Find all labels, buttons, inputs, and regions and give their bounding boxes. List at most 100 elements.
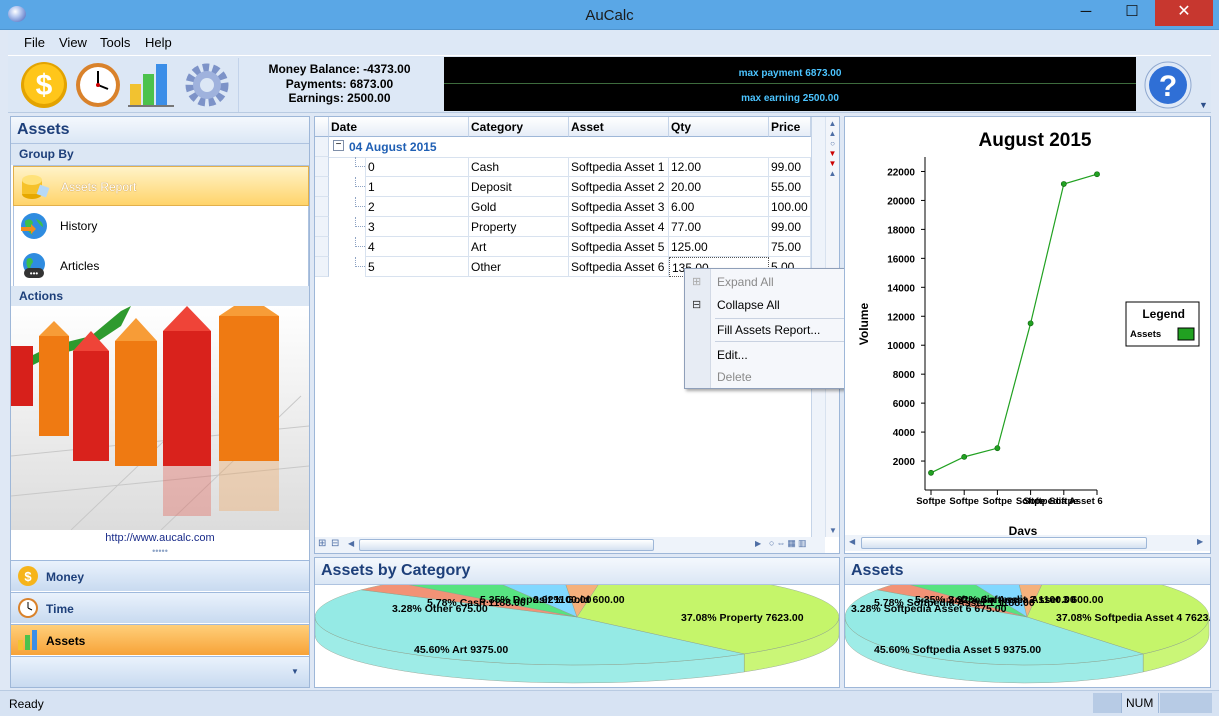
clock-icon[interactable]	[72, 58, 124, 110]
grid-cell[interactable]: 4	[365, 237, 469, 257]
y-tick-label: 20000	[887, 196, 915, 207]
menu-view[interactable]: View	[59, 35, 87, 50]
menu-help[interactable]: Help	[145, 35, 172, 50]
grid-cell[interactable]: Art	[469, 237, 569, 257]
svg-text:•••: •••	[30, 269, 39, 278]
column-header-date[interactable]: Date	[329, 117, 469, 137]
maximize-button[interactable]: ☐	[1109, 0, 1155, 26]
expand-all-icon[interactable]: ⊞	[318, 538, 326, 549]
y-tick-label: 10000	[887, 341, 915, 352]
bars-small-icon	[18, 630, 37, 650]
menu-delete[interactable]: Delete	[717, 370, 752, 384]
help-icon[interactable]: ?	[1140, 59, 1196, 111]
row-header[interactable]	[315, 137, 329, 157]
grid-cell[interactable]: 99.00	[769, 157, 811, 177]
data-point	[928, 469, 934, 476]
nav-time[interactable]: Time	[11, 592, 309, 623]
row-header[interactable]	[315, 157, 329, 177]
close-button[interactable]: ✕	[1155, 0, 1213, 26]
splitter-grip[interactable]: •••••	[11, 547, 309, 556]
grid-cell[interactable]: Other	[469, 257, 569, 277]
grid-cell[interactable]: 55.00	[769, 177, 811, 197]
nav-money[interactable]: $ Money	[11, 560, 309, 591]
gear-icon[interactable]	[181, 58, 233, 110]
data-point	[961, 453, 968, 460]
column-header-asset[interactable]: Asset	[569, 117, 669, 137]
row-header[interactable]	[315, 197, 329, 217]
pie-assets-title: Assets	[845, 558, 1210, 585]
column-header-category[interactable]: Category	[469, 117, 569, 137]
grid-cell[interactable]: 2	[365, 197, 469, 217]
grid-cell[interactable]: Softpedia Asset 3	[569, 197, 669, 217]
collapse-group-icon[interactable]: −	[333, 140, 344, 151]
column-header-price[interactable]: Price	[769, 117, 811, 137]
tree-line	[355, 257, 365, 267]
menu-bar: File View Tools Help	[8, 30, 1211, 54]
y-tick-label: 14000	[887, 283, 915, 294]
minimize-button[interactable]: ─	[1063, 0, 1109, 26]
row-header[interactable]	[315, 257, 329, 277]
grid-cell[interactable]: Cash	[469, 157, 569, 177]
scroll-left-icon[interactable]: ◀	[849, 537, 855, 546]
grid-cell[interactable]: Softpedia Asset 4	[569, 217, 669, 237]
scroll-left-icon[interactable]: ◀	[348, 539, 354, 548]
menu-expand-all[interactable]: Expand All	[717, 275, 774, 289]
grid-cell[interactable]: Property	[469, 217, 569, 237]
nav-history[interactable]: History	[13, 206, 309, 246]
data-point	[994, 445, 1001, 452]
svg-text:$: $	[24, 569, 32, 584]
grid-cell[interactable]: 20.00	[669, 177, 769, 197]
nav-overflow[interactable]: ▼	[11, 656, 309, 687]
grid-cell[interactable]: 5	[365, 257, 469, 277]
bar-chart-icon[interactable]	[126, 58, 178, 110]
chevron-down-icon[interactable]: ▼	[291, 667, 299, 676]
grid-cell[interactable]: Gold	[469, 197, 569, 217]
grid-cell[interactable]: Softpedia Asset 5	[569, 237, 669, 257]
chart-horizontal-scrollbar[interactable]: ◀ ▶	[845, 535, 1210, 551]
scroll-right-icon[interactable]: ▶	[1197, 537, 1203, 546]
row-header[interactable]	[315, 217, 329, 237]
row-header[interactable]	[315, 237, 329, 257]
menu-file[interactable]: File	[24, 35, 45, 50]
menu-fill-assets-report[interactable]: Fill Assets Report...	[717, 323, 820, 337]
collapse-all-icon[interactable]: ⊟	[331, 538, 339, 549]
menu-edit[interactable]: Edit...	[717, 348, 748, 362]
grid-cell[interactable]: 0	[365, 157, 469, 177]
scroll-thumb[interactable]	[359, 539, 654, 551]
website-link[interactable]: http://www.aucalc.com	[11, 532, 309, 544]
data-point	[1060, 181, 1067, 187]
grid-cell[interactable]: 100.00	[769, 197, 811, 217]
dollar-coin-icon[interactable]: $	[18, 58, 70, 110]
toolbar-overflow-icon[interactable]: ▼	[1199, 100, 1208, 110]
data-point	[1027, 320, 1034, 327]
horizontal-scrollbar[interactable]: ⊞ ⊟ ◀ ▶ ○⇔▦▥	[315, 537, 825, 553]
scroll-thumb[interactable]	[861, 537, 1147, 549]
pie-label: 2.92% Gold 600.00	[533, 594, 625, 606]
grid-cell[interactable]: 6.00	[669, 197, 769, 217]
pie-category-title: Assets by Category	[315, 558, 839, 585]
grid-cell[interactable]: 1	[365, 177, 469, 197]
nav-label: Time	[46, 602, 74, 616]
grid-cell[interactable]: 12.00	[669, 157, 769, 177]
grid-cell[interactable]: 99.00	[769, 217, 811, 237]
column-header-qty[interactable]: Qty	[669, 117, 769, 137]
group-row-date[interactable]: 04 August 2015	[349, 140, 437, 154]
scroll-right-icon[interactable]: ▶	[755, 539, 761, 548]
row-header[interactable]	[315, 177, 329, 197]
grid-cell[interactable]: 3	[365, 217, 469, 237]
assets-panel: Assets Group By Assets Report History ••…	[10, 116, 310, 688]
grid-cell[interactable]: 77.00	[669, 217, 769, 237]
view-mode-icons[interactable]: ○⇔▦▥	[769, 538, 808, 549]
grid-cell[interactable]: Softpedia Asset 6	[569, 257, 669, 277]
grid-cell[interactable]: Softpedia Asset 2	[569, 177, 669, 197]
menu-tools[interactable]: Tools	[100, 35, 130, 50]
grid-cell[interactable]: 125.00	[669, 237, 769, 257]
grid-cell[interactable]: 75.00	[769, 237, 811, 257]
nav-assets[interactable]: Assets	[11, 624, 309, 655]
nav-assets-report[interactable]: Assets Report	[13, 166, 309, 206]
nav-articles[interactable]: ••• Articles	[13, 246, 309, 286]
grid-cell[interactable]: Deposit	[469, 177, 569, 197]
y-tick-label: 22000	[887, 167, 915, 178]
menu-collapse-all[interactable]: Collapse All	[717, 298, 780, 312]
grid-cell[interactable]: Softpedia Asset 1	[569, 157, 669, 177]
